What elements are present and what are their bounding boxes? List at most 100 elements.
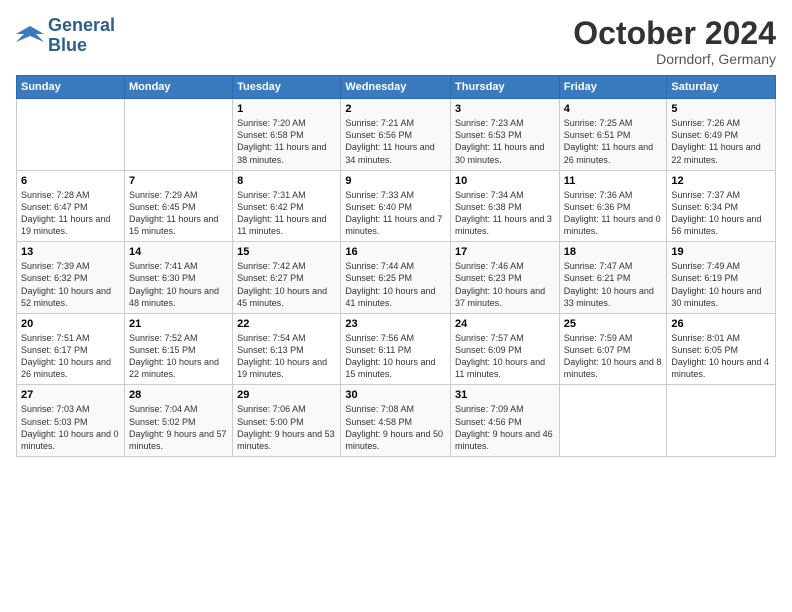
day-info: Sunrise: 7:33 AM Sunset: 6:40 PM Dayligh…: [345, 189, 446, 238]
day-number: 20: [21, 318, 120, 330]
day-info: Sunrise: 7:42 AM Sunset: 6:27 PM Dayligh…: [237, 260, 336, 309]
calendar-cell: 29 Sunrise: 7:06 AM Sunset: 5:00 PM Dayli…: [233, 385, 341, 457]
day-number: 5: [671, 103, 771, 115]
calendar-cell: 11 Sunrise: 7:36 AM Sunset: 6:36 PM Dayli…: [559, 170, 667, 242]
day-number: 27: [21, 389, 120, 401]
calendar-cell: [124, 99, 232, 171]
logo-text: General Blue: [48, 16, 115, 56]
calendar-week-1: 6 Sunrise: 7:28 AM Sunset: 6:47 PM Daylig…: [17, 170, 776, 242]
day-info: Sunrise: 7:25 AM Sunset: 6:51 PM Dayligh…: [564, 117, 663, 166]
day-number: 31: [455, 389, 555, 401]
month-title: October 2024: [573, 16, 776, 51]
calendar-cell: 23 Sunrise: 7:56 AM Sunset: 6:11 PM Dayli…: [341, 313, 451, 385]
day-info: Sunrise: 7:06 AM Sunset: 5:00 PM Dayligh…: [237, 403, 336, 452]
day-number: 17: [455, 246, 555, 258]
day-number: 18: [564, 246, 663, 258]
day-info: Sunrise: 7:56 AM Sunset: 6:11 PM Dayligh…: [345, 332, 446, 381]
day-number: 14: [129, 246, 228, 258]
calendar-cell: 19Sunrise: 7:49 AM Sunset: 6:19 PM Dayli…: [667, 242, 776, 314]
header: General Blue October 2024 Dorndorf, Germ…: [16, 16, 776, 67]
logo-line2: Blue: [48, 36, 115, 56]
day-info: Sunrise: 7:44 AM Sunset: 6:25 PM Dayligh…: [345, 260, 446, 309]
calendar-cell: 22 Sunrise: 7:54 AM Sunset: 6:13 PM Dayli…: [233, 313, 341, 385]
calendar-cell: 2 Sunrise: 7:21 AM Sunset: 6:56 PM Daylig…: [341, 99, 451, 171]
day-info: Sunrise: 7:29 AM Sunset: 6:45 PM Dayligh…: [129, 189, 228, 238]
calendar-cell: 8 Sunrise: 7:31 AM Sunset: 6:42 PM Daylig…: [233, 170, 341, 242]
calendar-cell: 17 Sunrise: 7:46 AM Sunset: 6:23 PM Dayli…: [451, 242, 560, 314]
day-number: 28: [129, 389, 228, 401]
calendar-cell: [17, 99, 125, 171]
day-number: 7: [129, 175, 228, 187]
day-number: 6: [21, 175, 120, 187]
location: Dorndorf, Germany: [573, 51, 776, 67]
day-number: 30: [345, 389, 446, 401]
calendar-cell: 25Sunrise: 7:59 AM Sunset: 6:07 PM Dayli…: [559, 313, 667, 385]
calendar-cell: 9 Sunrise: 7:33 AM Sunset: 6:40 PM Daylig…: [341, 170, 451, 242]
col-thursday: Thursday: [451, 76, 560, 99]
logo-icon: [16, 24, 44, 48]
calendar-cell: 13Sunrise: 7:39 AM Sunset: 6:32 PM Dayli…: [17, 242, 125, 314]
calendar-week-3: 20 Sunrise: 7:51 AM Sunset: 6:17 PM Dayli…: [17, 313, 776, 385]
day-number: 9: [345, 175, 446, 187]
day-info: Sunrise: 7:39 AM Sunset: 6:32 PM Dayligh…: [21, 260, 120, 309]
day-number: 22: [237, 318, 336, 330]
day-info: Sunrise: 7:46 AM Sunset: 6:23 PM Dayligh…: [455, 260, 555, 309]
day-number: 12: [671, 175, 771, 187]
day-info: Sunrise: 7:37 AM Sunset: 6:34 PM Dayligh…: [671, 189, 771, 238]
col-wednesday: Wednesday: [341, 76, 451, 99]
col-monday: Monday: [124, 76, 232, 99]
day-number: 29: [237, 389, 336, 401]
day-info: Sunrise: 7:41 AM Sunset: 6:30 PM Dayligh…: [129, 260, 228, 309]
day-number: 8: [237, 175, 336, 187]
calendar-week-2: 13Sunrise: 7:39 AM Sunset: 6:32 PM Dayli…: [17, 242, 776, 314]
day-info: Sunrise: 7:57 AM Sunset: 6:09 PM Dayligh…: [455, 332, 555, 381]
day-number: 15: [237, 246, 336, 258]
day-number: 10: [455, 175, 555, 187]
day-number: 1: [237, 103, 336, 115]
day-number: 26: [671, 318, 771, 330]
col-saturday: Saturday: [667, 76, 776, 99]
day-info: Sunrise: 7:54 AM Sunset: 6:13 PM Dayligh…: [237, 332, 336, 381]
calendar-cell: 7 Sunrise: 7:29 AM Sunset: 6:45 PM Daylig…: [124, 170, 232, 242]
day-info: Sunrise: 7:52 AM Sunset: 6:15 PM Dayligh…: [129, 332, 228, 381]
calendar-cell: [667, 385, 776, 457]
calendar-cell: 10Sunrise: 7:34 AM Sunset: 6:38 PM Dayli…: [451, 170, 560, 242]
day-info: Sunrise: 7:28 AM Sunset: 6:47 PM Dayligh…: [21, 189, 120, 238]
day-number: 3: [455, 103, 555, 115]
day-info: Sunrise: 7:04 AM Sunset: 5:02 PM Dayligh…: [129, 403, 228, 452]
page: General Blue October 2024 Dorndorf, Germ…: [0, 0, 792, 612]
calendar-cell: 3 Sunrise: 7:23 AM Sunset: 6:53 PM Daylig…: [451, 99, 560, 171]
day-number: 24: [455, 318, 555, 330]
day-number: 4: [564, 103, 663, 115]
day-info: Sunrise: 7:09 AM Sunset: 4:56 PM Dayligh…: [455, 403, 555, 452]
day-number: 11: [564, 175, 663, 187]
calendar-cell: 6 Sunrise: 7:28 AM Sunset: 6:47 PM Daylig…: [17, 170, 125, 242]
calendar-cell: 27 Sunrise: 7:03 AM Sunset: 5:03 PM Dayli…: [17, 385, 125, 457]
day-info: Sunrise: 7:23 AM Sunset: 6:53 PM Dayligh…: [455, 117, 555, 166]
day-number: 25: [564, 318, 663, 330]
day-number: 2: [345, 103, 446, 115]
day-info: Sunrise: 7:03 AM Sunset: 5:03 PM Dayligh…: [21, 403, 120, 452]
calendar-week-4: 27 Sunrise: 7:03 AM Sunset: 5:03 PM Dayli…: [17, 385, 776, 457]
col-sunday: Sunday: [17, 76, 125, 99]
calendar-cell: 16Sunrise: 7:44 AM Sunset: 6:25 PM Dayli…: [341, 242, 451, 314]
day-info: Sunrise: 7:31 AM Sunset: 6:42 PM Dayligh…: [237, 189, 336, 238]
day-number: 23: [345, 318, 446, 330]
calendar-cell: 1Sunrise: 7:20 AM Sunset: 6:58 PM Daylig…: [233, 99, 341, 171]
day-number: 19: [671, 246, 771, 258]
day-info: Sunrise: 7:47 AM Sunset: 6:21 PM Dayligh…: [564, 260, 663, 309]
calendar-cell: 31 Sunrise: 7:09 AM Sunset: 4:56 PM Dayli…: [451, 385, 560, 457]
col-friday: Friday: [559, 76, 667, 99]
day-info: Sunrise: 7:51 AM Sunset: 6:17 PM Dayligh…: [21, 332, 120, 381]
day-info: Sunrise: 7:36 AM Sunset: 6:36 PM Dayligh…: [564, 189, 663, 238]
calendar-cell: 20 Sunrise: 7:51 AM Sunset: 6:17 PM Dayli…: [17, 313, 125, 385]
calendar-cell: 14 Sunrise: 7:41 AM Sunset: 6:30 PM Dayli…: [124, 242, 232, 314]
calendar-cell: 4 Sunrise: 7:25 AM Sunset: 6:51 PM Daylig…: [559, 99, 667, 171]
calendar-cell: 5Sunrise: 7:26 AM Sunset: 6:49 PM Daylig…: [667, 99, 776, 171]
day-number: 21: [129, 318, 228, 330]
calendar-cell: 15 Sunrise: 7:42 AM Sunset: 6:27 PM Dayli…: [233, 242, 341, 314]
logo-line1: General: [48, 16, 115, 36]
calendar-cell: 18 Sunrise: 7:47 AM Sunset: 6:21 PM Dayli…: [559, 242, 667, 314]
calendar-cell: 24 Sunrise: 7:57 AM Sunset: 6:09 PM Dayli…: [451, 313, 560, 385]
day-info: Sunrise: 7:21 AM Sunset: 6:56 PM Dayligh…: [345, 117, 446, 166]
